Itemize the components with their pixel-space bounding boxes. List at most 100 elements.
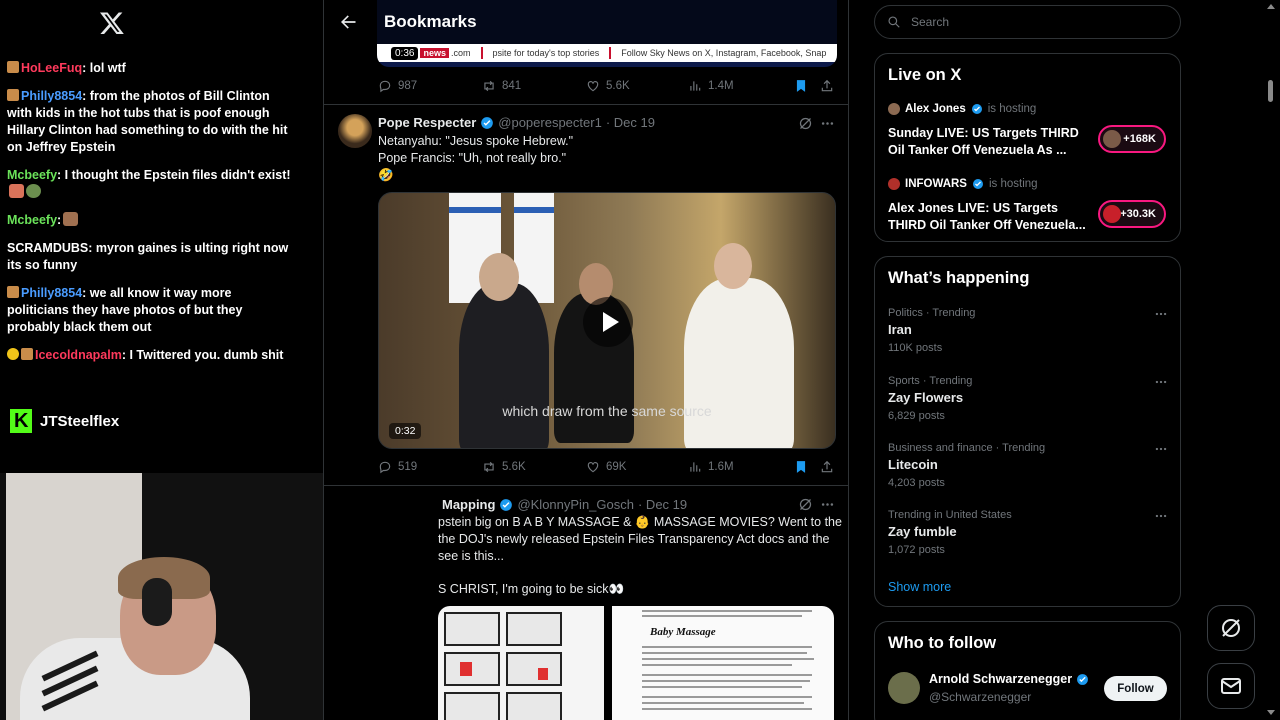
chat-username: Philly8854 (21, 89, 83, 103)
censor-mark (538, 668, 548, 680)
trend-category: Politics · Trending (888, 307, 976, 319)
tweet-line: see is this... (438, 549, 504, 563)
search-bar[interactable] (874, 5, 1181, 39)
avatar (888, 103, 900, 115)
author-name[interactable]: Pope Respecter (378, 115, 476, 130)
tweet-video[interactable]: which draw from the same source 0:32 (378, 192, 836, 449)
emote-icon (9, 184, 24, 198)
scrollbar-thumb[interactable] (1268, 80, 1273, 102)
doc-text-line (642, 708, 812, 710)
more-options-icon[interactable] (820, 116, 835, 131)
grok-icon[interactable] (798, 497, 813, 512)
censor-mark (460, 662, 472, 676)
trend-item[interactable]: Trending in United States Zay fumble 1,0… (888, 509, 1168, 556)
reply-icon (379, 461, 391, 474)
streamer-tag: JTSteelflex (10, 409, 119, 433)
repost-button[interactable]: 841 (482, 79, 521, 93)
person-head (714, 243, 752, 289)
live-host[interactable]: INFOWARS is hosting (888, 178, 1038, 190)
verified-badge-icon (1077, 673, 1089, 685)
views-button[interactable]: 1.4M (688, 79, 734, 93)
chat-text: : I Twittered you. dumb shit (121, 348, 284, 362)
share-icon[interactable] (820, 79, 834, 93)
search-icon (888, 16, 900, 28)
more-options-icon[interactable] (1154, 509, 1168, 523)
tweet-image-manga[interactable] (438, 606, 604, 720)
share-icon[interactable] (820, 460, 834, 474)
x-logo-icon[interactable] (99, 10, 125, 36)
views-button[interactable]: 1.6M (688, 460, 734, 474)
live-stream-title[interactable]: Alex Jones LIVE: US Targets THIRD Oil Ta… (888, 200, 1086, 234)
chat-message: SCRAMDUBS: myron gaines is ulting right … (7, 240, 292, 274)
doc-text-line (642, 680, 810, 682)
page-scrollbar[interactable] (1266, 0, 1276, 720)
trend-item[interactable]: Sports · Trending Zay Flowers 6,829 post… (888, 375, 1168, 422)
listener-count: +30.3K (1120, 208, 1156, 220)
show-more-link[interactable]: Show more (888, 580, 951, 594)
manga-panel (506, 692, 562, 720)
bookmark-filled-icon[interactable] (794, 79, 808, 93)
repost-icon (484, 461, 494, 473)
like-button[interactable]: 69K (586, 460, 626, 474)
grok-button[interactable] (1207, 605, 1255, 651)
messages-button[interactable] (1207, 663, 1255, 709)
author-name[interactable]: Mapping (442, 497, 495, 512)
tweet-text: pstein big on B A B Y MASSAGE & 👶 MASSAG… (438, 514, 842, 598)
views-count: 1.4M (708, 80, 734, 92)
more-options-icon[interactable] (1154, 375, 1168, 389)
follow-suggestion-name[interactable]: Arnold Schwarzenegger (929, 672, 1089, 686)
chat-username: Icecoldnapalm (35, 348, 122, 362)
tweet-image-document[interactable]: Baby Massage (612, 606, 834, 720)
author-handle[interactable]: @KlonnyPin_Gosch (517, 497, 634, 512)
doc-text-line (642, 615, 802, 617)
more-options-icon[interactable] (1154, 307, 1168, 321)
manga-panel (444, 692, 500, 720)
tweet-line: Netanyahu: "Jesus spoke Hebrew." (378, 134, 574, 148)
like-button[interactable]: 5.6K (586, 79, 630, 93)
trend-topic: Zay Flowers (888, 390, 964, 405)
ticker-separator (609, 47, 612, 59)
ticker-brand: news (420, 48, 449, 58)
reply-count: 987 (398, 80, 418, 92)
bookmarks-timeline[interactable]: 0:36 news .com psite for today's top sto… (323, 0, 849, 720)
chat-text: : I thought the Epstein files didn't exi… (57, 168, 291, 182)
tweet-text: Netanyahu: "Jesus spoke Hebrew." Pope Fr… (378, 133, 828, 184)
scroll-down-icon[interactable] (1267, 710, 1275, 715)
live-host[interactable]: Alex Jones is hosting (888, 103, 1036, 115)
page-header: Bookmarks (324, 0, 848, 44)
play-button[interactable] (583, 297, 633, 347)
more-options-icon[interactable] (820, 497, 835, 512)
follow-button[interactable]: Follow (1104, 676, 1167, 701)
trend-item[interactable]: Business and finance · Trending Litecoin… (888, 442, 1168, 489)
search-input[interactable] (911, 15, 1151, 29)
chat-message: Philly8854: from the photos of Bill Clin… (7, 88, 292, 156)
bookmark-filled-icon[interactable] (794, 460, 808, 474)
doc-text-line (642, 610, 812, 612)
video-timestamp: 0:36 (391, 46, 419, 60)
trend-item[interactable]: Politics · Trending Iran 110K posts (888, 307, 1168, 354)
views-count: 1.6M (708, 461, 734, 473)
doc-text-line (642, 658, 814, 660)
verified-badge-icon (972, 179, 983, 189)
host-name: INFOWARS (905, 178, 967, 190)
repost-button[interactable]: 5.6K (482, 460, 526, 474)
avatar[interactable] (338, 114, 372, 148)
live-listeners-pill[interactable]: +168K (1098, 125, 1166, 153)
reply-button[interactable]: 987 (378, 79, 417, 93)
manga-panel (444, 612, 500, 646)
avatar[interactable] (888, 672, 920, 704)
reply-button[interactable]: 519 (378, 460, 417, 474)
doc-text-line (642, 702, 804, 704)
author-handle[interactable]: @poperespecter1 (498, 115, 602, 130)
tweet-date[interactable]: · Dec 19 (606, 115, 655, 130)
grok-icon[interactable] (798, 116, 813, 131)
more-options-icon[interactable] (1154, 442, 1168, 456)
scroll-up-icon[interactable] (1267, 4, 1275, 9)
live-stream-title[interactable]: Sunday LIVE: US Targets THIRD Oil Tanker… (888, 125, 1086, 159)
repost-count: 841 (502, 80, 522, 92)
follow-suggestion-handle[interactable]: @Schwarzenegger (929, 690, 1031, 704)
back-arrow-icon[interactable] (338, 12, 358, 32)
tweet-date[interactable]: · Dec 19 (638, 497, 687, 512)
live-listeners-pill[interactable]: +30.3K (1098, 200, 1166, 228)
card-title: Live on X (888, 66, 962, 84)
